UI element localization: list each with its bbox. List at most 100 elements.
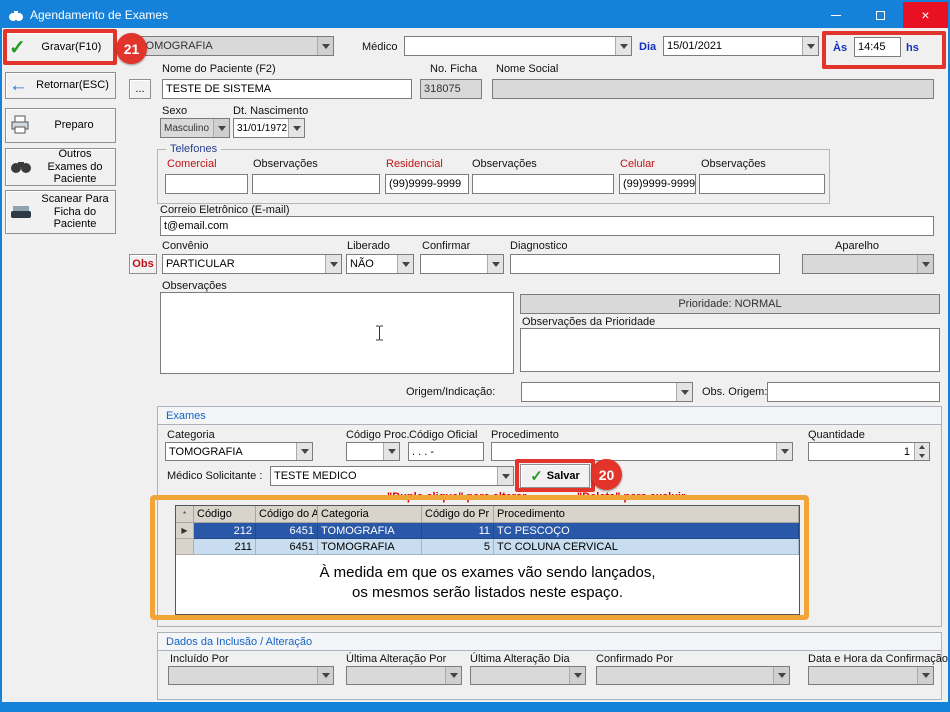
obs-residencial-input[interactable]: [472, 174, 614, 194]
medico-solicitante-combo[interactable]: TESTE MEDICO: [270, 466, 514, 486]
dia-combo[interactable]: 15/01/2021: [663, 36, 819, 56]
dropdown-arrow-icon[interactable]: [776, 443, 792, 460]
hint-delete: "Delete" para excluir: [577, 491, 685, 503]
grid-col-codigo-pr[interactable]: Código do Pr: [422, 506, 494, 523]
grid-header-row: * Código Código do A Categoria Código do…: [176, 506, 799, 523]
medico-label: Médico: [362, 41, 397, 53]
cell-codigo: 211: [194, 539, 256, 555]
nome-paciente-input[interactable]: TESTE DE SISTEMA: [162, 79, 412, 99]
scanner-icon: [9, 202, 33, 223]
obs-origem-label: Obs. Origem:: [702, 386, 767, 398]
grid-col-procedimento[interactable]: Procedimento: [494, 506, 799, 523]
cell-codigo: 212: [194, 523, 256, 539]
cell-categoria: TOMOGRAFIA: [318, 523, 422, 539]
residencial-input[interactable]: (99)9999-9999: [385, 174, 469, 194]
outros-exames-label: Outros Exames do Paciente: [38, 148, 112, 186]
scanear-button[interactable]: Scanear Para Ficha do Paciente: [5, 190, 116, 234]
dropdown-arrow-icon[interactable]: [288, 119, 304, 137]
obs-residencial-label: Observações: [472, 158, 537, 170]
cell-codigo-pr: 5: [422, 539, 494, 555]
categoria-value: TOMOGRAFIA: [169, 446, 243, 458]
liberado-value: NÃO: [350, 258, 374, 270]
dropdown-arrow-icon[interactable]: [497, 467, 513, 485]
retornar-button[interactable]: ← Retornar(ESC): [5, 72, 116, 99]
gravar-button[interactable]: ✓ Gravar(F10): [5, 32, 116, 63]
cell-categoria: TOMOGRAFIA: [318, 539, 422, 555]
obs-button[interactable]: Obs: [129, 254, 157, 274]
browse-patient-button[interactable]: ...: [129, 79, 151, 99]
grid-col-codigo-a[interactable]: Código do A: [256, 506, 318, 523]
dia-combo-value: 15/01/2021: [667, 40, 722, 52]
dropdown-arrow-icon[interactable]: [317, 37, 333, 55]
dropdown-arrow-icon[interactable]: [487, 255, 503, 273]
medico-solicitante-label: Médico Solicitante :: [167, 470, 262, 482]
liberado-combo[interactable]: NÃO: [346, 254, 414, 274]
nascimento-combo[interactable]: 31/01/1972: [233, 118, 305, 138]
salvar-button[interactable]: ✓ Salvar: [520, 464, 590, 488]
obs-celular-input[interactable]: [699, 174, 825, 194]
hora-input[interactable]: 14:45: [854, 37, 901, 57]
nome-paciente-label: Nome do Paciente (F2): [162, 63, 276, 75]
dropdown-arrow-icon[interactable]: [397, 255, 413, 273]
grid-note-line1: À medida em que os exames vão sendo lanç…: [176, 564, 799, 581]
celular-input[interactable]: (99)9999-9999: [619, 174, 696, 194]
diagnostico-input[interactable]: [510, 254, 780, 274]
spinner-arrows-icon[interactable]: [914, 443, 929, 460]
maximize-button[interactable]: [858, 2, 903, 28]
app-icon: [8, 8, 24, 22]
grid-row[interactable]: 211 6451 TOMOGRAFIA 5 TC COLUNA CERVICAL: [176, 539, 799, 555]
procedimento-combo[interactable]: [491, 442, 793, 461]
obs-comercial-input[interactable]: [252, 174, 380, 194]
dropdown-arrow-icon[interactable]: [325, 255, 341, 273]
quantidade-label: Quantidade: [808, 429, 865, 441]
exame-label: e:: [122, 41, 131, 53]
cell-codigo-a: 6451: [256, 523, 318, 539]
comercial-label: Comercial: [167, 158, 217, 170]
origem-combo[interactable]: [521, 382, 693, 402]
exame-combo-value: TOMOGRAFIA: [139, 40, 213, 52]
sexo-combo[interactable]: Masculino: [160, 118, 230, 138]
prioridade-obs-label: Observações da Prioridade: [522, 316, 655, 328]
codigo-proc-label: Código Proc.: [346, 429, 410, 441]
grid-col-codigo[interactable]: Código: [194, 506, 256, 523]
residencial-value: (99)9999-9999: [389, 178, 461, 190]
medico-combo[interactable]: [404, 36, 632, 56]
codigo-oficial-input[interactable]: . . . -: [408, 442, 484, 461]
cell-procedimento: TC COLUNA CERVICAL: [494, 539, 799, 555]
exams-grid[interactable]: * Código Código do A Categoria Código do…: [175, 505, 800, 615]
dropdown-arrow-icon[interactable]: [615, 37, 631, 55]
procedimento-label: Procedimento: [491, 429, 559, 441]
dropdown-arrow-icon[interactable]: [296, 443, 312, 460]
email-value: t@email.com: [164, 220, 228, 232]
grid-col-categoria[interactable]: Categoria: [318, 506, 422, 523]
grid-indicator-header: *: [176, 506, 194, 523]
dropdown-arrow-icon[interactable]: [213, 119, 229, 137]
outros-exames-button[interactable]: Outros Exames do Paciente: [5, 148, 116, 186]
grid-row-indicator-icon: ▶: [176, 523, 194, 539]
hora-value: 14:45: [858, 41, 886, 53]
quantidade-stepper[interactable]: 1: [808, 442, 930, 461]
convenio-combo[interactable]: PARTICULAR: [162, 254, 342, 274]
sexo-label: Sexo: [162, 105, 187, 117]
observacoes-textarea[interactable]: [160, 292, 514, 374]
confirmar-combo[interactable]: [420, 254, 504, 274]
aparelho-label: Aparelho: [835, 240, 879, 252]
dropdown-arrow-icon[interactable]: [802, 37, 818, 55]
minimize-button[interactable]: [813, 2, 858, 28]
obs-origem-input[interactable]: [767, 382, 940, 402]
dropdown-arrow-icon[interactable]: [383, 443, 399, 460]
binoculars-icon: [9, 158, 33, 177]
close-button[interactable]: ×: [903, 2, 948, 28]
prioridade-obs-textarea[interactable]: [520, 328, 940, 372]
categoria-combo[interactable]: TOMOGRAFIA: [165, 442, 313, 461]
email-input[interactable]: t@email.com: [160, 216, 934, 236]
no-ficha-value: 318075: [424, 83, 461, 95]
codigo-proc-combo[interactable]: [346, 442, 400, 461]
preparo-button[interactable]: Preparo: [5, 108, 116, 143]
comercial-input[interactable]: [165, 174, 248, 194]
dropdown-arrow-icon: [317, 667, 333, 684]
dropdown-arrow-icon[interactable]: [676, 383, 692, 401]
aparelho-combo: [802, 254, 934, 274]
exame-combo[interactable]: TOMOGRAFIA: [135, 36, 334, 56]
grid-row-selected[interactable]: ▶ 212 6451 TOMOGRAFIA 11 TC PESCOÇO: [176, 523, 799, 539]
